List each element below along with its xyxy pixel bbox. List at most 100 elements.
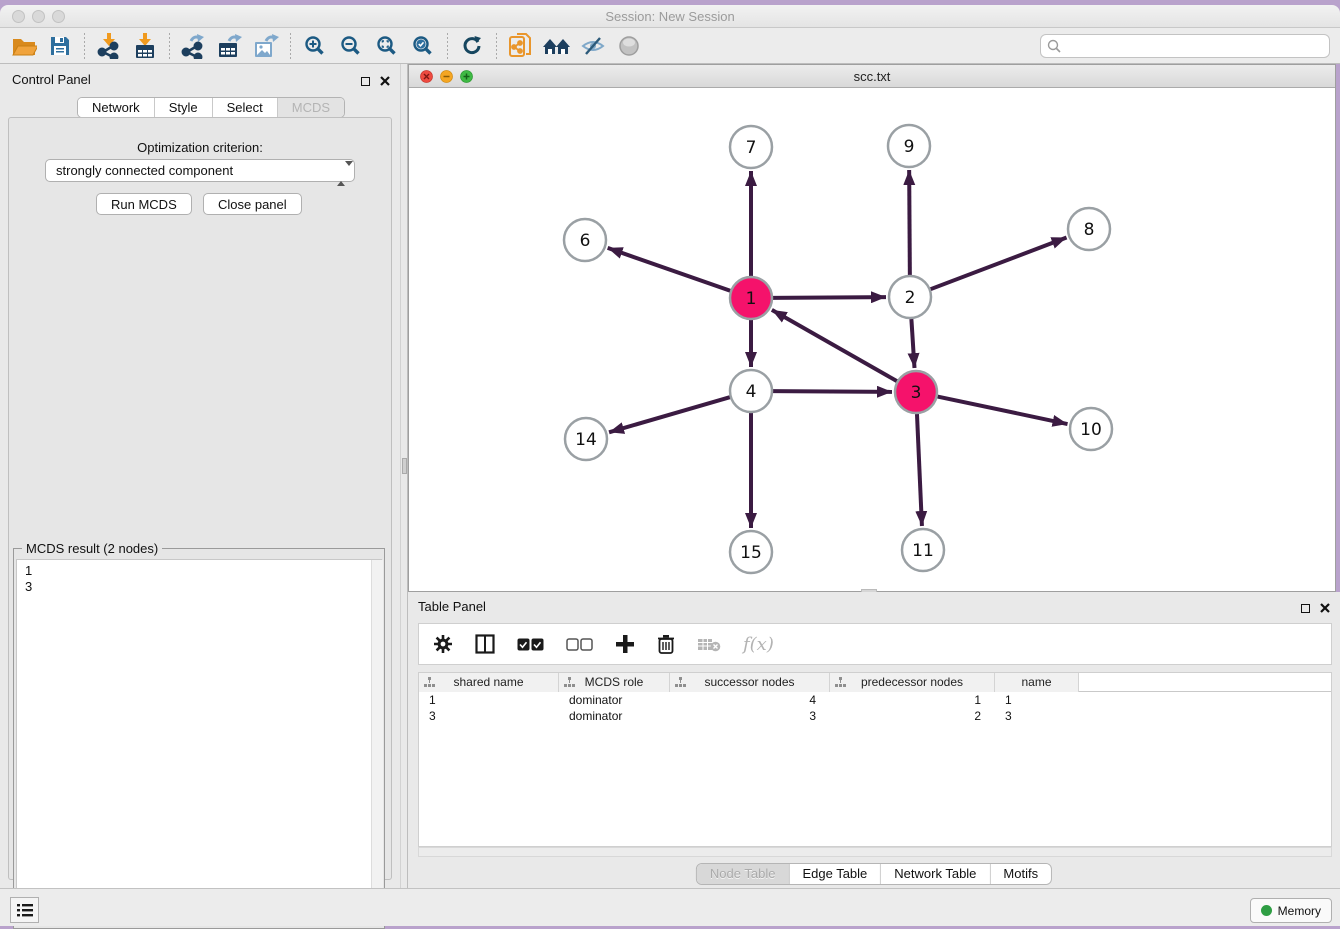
graph-edge-3-10[interactable] bbox=[938, 397, 1068, 424]
memory-button[interactable]: Memory bbox=[1250, 898, 1332, 923]
float-table-panel-button[interactable] bbox=[1301, 600, 1310, 618]
select-all-button[interactable] bbox=[517, 638, 544, 651]
tab-motifs[interactable]: Motifs bbox=[990, 864, 1051, 884]
plus-icon bbox=[615, 634, 635, 654]
close-icon bbox=[1320, 603, 1330, 613]
trash-icon bbox=[657, 634, 675, 654]
home-button[interactable] bbox=[539, 30, 575, 62]
close-table-panel-button[interactable] bbox=[1320, 600, 1330, 618]
control-panel: Control Panel Network Style Select MCDS … bbox=[0, 64, 400, 888]
task-history-button[interactable] bbox=[10, 897, 39, 923]
network-files-button[interactable] bbox=[503, 30, 539, 62]
zoom-out-button[interactable] bbox=[333, 30, 369, 62]
tab-network-table[interactable]: Network Table bbox=[881, 864, 990, 884]
show-columns-button[interactable] bbox=[475, 634, 495, 654]
close-panel-action-button[interactable]: Close panel bbox=[203, 193, 302, 215]
zoom-fit-button[interactable] bbox=[369, 30, 405, 62]
zoom-selected-button[interactable] bbox=[405, 30, 441, 62]
mcds-tab-content: Optimization criterion: strongly connect… bbox=[8, 117, 392, 880]
import-table-button[interactable] bbox=[127, 30, 163, 62]
graph-node-label: 10 bbox=[1080, 420, 1102, 440]
tab-edge-table[interactable]: Edge Table bbox=[789, 864, 881, 884]
graph-edge-2-3[interactable] bbox=[911, 319, 914, 368]
search-field-wrap bbox=[1040, 34, 1330, 58]
tab-style[interactable]: Style bbox=[155, 98, 213, 117]
toolbar-separator bbox=[169, 33, 170, 59]
close-panel-button[interactable] bbox=[380, 73, 390, 91]
network-window-titlebar: scc.txt bbox=[409, 65, 1335, 88]
column-type-icon bbox=[675, 677, 686, 688]
close-icon bbox=[380, 76, 390, 86]
column-header-shared-name[interactable]: shared name bbox=[419, 673, 559, 692]
graph-node-label: 15 bbox=[740, 543, 762, 563]
column-header-predecessor-nodes[interactable]: predecessor nodes bbox=[830, 673, 995, 692]
graph-edge-1-2[interactable] bbox=[773, 297, 886, 298]
delete-row-button[interactable] bbox=[657, 634, 675, 654]
network-file-icon bbox=[508, 32, 534, 60]
column-header-successor-nodes[interactable]: successor nodes bbox=[670, 673, 830, 692]
column-header-name[interactable]: name bbox=[995, 673, 1079, 692]
vertical-splitter[interactable] bbox=[400, 64, 408, 888]
float-icon bbox=[361, 77, 370, 86]
visibility-button[interactable] bbox=[611, 30, 647, 62]
table-header-row: shared name MCDS role successor nodes pr… bbox=[419, 673, 1331, 692]
memory-status-icon bbox=[1261, 905, 1272, 916]
cell-shared-name: 1 bbox=[419, 692, 559, 708]
search-input[interactable] bbox=[1040, 34, 1330, 58]
function-builder-button[interactable]: f(x) bbox=[743, 634, 774, 655]
export-network-button[interactable] bbox=[176, 30, 212, 62]
network-view-title: scc.txt bbox=[409, 65, 1335, 88]
table-settings-button[interactable] bbox=[433, 634, 453, 654]
graph-edge-3-1[interactable] bbox=[772, 310, 897, 381]
cell-predecessor-nodes: 2 bbox=[830, 708, 995, 724]
add-row-button[interactable] bbox=[615, 634, 635, 654]
graph-node-label: 1 bbox=[746, 289, 757, 309]
apply-layout-button[interactable] bbox=[454, 30, 490, 62]
import-network-button[interactable] bbox=[91, 30, 127, 62]
zoom-selected-icon bbox=[412, 35, 434, 57]
open-session-button[interactable] bbox=[6, 30, 42, 62]
column-header-mcds-role[interactable]: MCDS role bbox=[559, 673, 670, 692]
float-panel-button[interactable] bbox=[361, 73, 370, 91]
gear-icon bbox=[433, 634, 453, 654]
hide-panel-button[interactable] bbox=[575, 30, 611, 62]
export-table-icon bbox=[217, 33, 243, 59]
cell-shared-name: 3 bbox=[419, 708, 559, 724]
status-bar: Memory bbox=[0, 888, 1340, 926]
node-table[interactable]: shared name MCDS role successor nodes pr… bbox=[418, 672, 1332, 847]
graph-node-label: 11 bbox=[912, 541, 934, 561]
network-canvas[interactable]: 7968124314101511 bbox=[409, 89, 1335, 591]
table-toolbar: f(x) bbox=[418, 623, 1332, 665]
table-horizontal-scrollbar[interactable] bbox=[418, 847, 1332, 857]
export-table-button[interactable] bbox=[212, 30, 248, 62]
graph-edge-2-8[interactable] bbox=[931, 238, 1067, 290]
graph-node-label: 6 bbox=[580, 231, 591, 251]
delete-table-button[interactable] bbox=[697, 636, 721, 652]
deselect-all-button[interactable] bbox=[566, 638, 593, 651]
graph-edge-4-14[interactable] bbox=[609, 397, 730, 432]
tab-mcds[interactable]: MCDS bbox=[278, 98, 344, 117]
graph-node-label: 4 bbox=[746, 382, 757, 402]
table-row[interactable]: 3 dominator 3 2 3 bbox=[419, 708, 1331, 724]
delete-table-icon bbox=[697, 636, 721, 652]
toolbar-separator bbox=[84, 33, 85, 59]
graph-edge-1-6[interactable] bbox=[608, 248, 731, 291]
home-icon bbox=[541, 35, 573, 57]
run-mcds-button[interactable]: Run MCDS bbox=[96, 193, 192, 215]
zoom-in-button[interactable] bbox=[297, 30, 333, 62]
tab-select[interactable]: Select bbox=[213, 98, 278, 117]
tab-network[interactable]: Network bbox=[78, 98, 155, 117]
splitter-grip[interactable] bbox=[402, 458, 407, 474]
tab-node-table[interactable]: Node Table bbox=[697, 864, 790, 884]
export-image-button[interactable] bbox=[248, 30, 284, 62]
graph-edge-2-9[interactable] bbox=[909, 170, 910, 275]
application-window: Session: New Session bbox=[0, 0, 1340, 926]
result-scrollbar[interactable] bbox=[371, 560, 383, 925]
network-graph[interactable]: 7968124314101511 bbox=[409, 89, 1335, 592]
optimization-criterion-dropdown[interactable]: strongly connected component bbox=[45, 159, 355, 182]
save-session-button[interactable] bbox=[42, 30, 78, 62]
table-row[interactable]: 1 dominator 4 1 1 bbox=[419, 692, 1331, 708]
main-toolbar bbox=[0, 28, 1340, 64]
graph-edge-3-11[interactable] bbox=[917, 414, 922, 526]
graph-edge-4-3[interactable] bbox=[773, 391, 892, 392]
